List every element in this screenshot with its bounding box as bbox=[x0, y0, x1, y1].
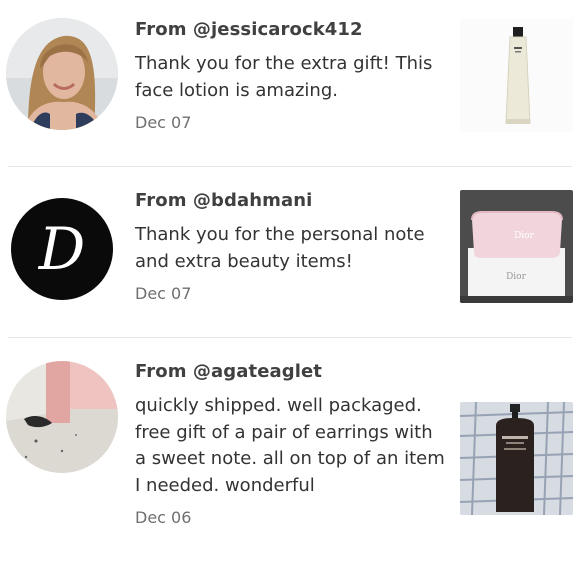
review-message: Thank you for the extra gift! This face … bbox=[135, 53, 433, 101]
user-avatar[interactable]: D bbox=[6, 193, 118, 305]
svg-text:Dior: Dior bbox=[514, 231, 535, 241]
user-avatar[interactable] bbox=[6, 361, 118, 473]
soap-bottle-icon bbox=[460, 402, 573, 515]
letter-d-avatar-icon: D bbox=[6, 193, 118, 305]
user-avatar[interactable] bbox=[6, 18, 118, 130]
product-thumbnail[interactable] bbox=[460, 402, 573, 515]
review-content: From @bdahmani Thank you for the persona… bbox=[135, 189, 445, 304]
review-date: Dec 07 bbox=[135, 284, 192, 303]
review-list: From @jessicarock412 Thank you for the e… bbox=[0, 0, 580, 580]
product-thumbnail[interactable] bbox=[460, 19, 573, 132]
review-item[interactable]: From @agateaglet quickly shipped. well p… bbox=[0, 338, 580, 580]
review-item[interactable]: From @jessicarock412 Thank you for the e… bbox=[0, 0, 580, 166]
floor-photo-avatar-icon bbox=[6, 361, 118, 473]
review-item[interactable]: D From @bdahmani Thank you for the perso… bbox=[0, 167, 580, 337]
review-date: Dec 07 bbox=[135, 113, 192, 132]
review-message: Thank you for the personal note and extr… bbox=[135, 224, 425, 272]
review-content: From @agateaglet quickly shipped. well p… bbox=[135, 360, 445, 528]
user-photo-avatar-icon bbox=[6, 18, 118, 130]
product-thumbnail[interactable]: Dior Dior bbox=[460, 190, 573, 303]
review-message: quickly shipped. well packaged. free gif… bbox=[135, 395, 445, 496]
review-content: From @jessicarock412 Thank you for the e… bbox=[135, 18, 445, 133]
review-date: Dec 06 bbox=[135, 508, 192, 527]
reviewer-handle[interactable]: From @jessicarock412 bbox=[135, 18, 445, 42]
reviewer-handle[interactable]: From @agateaglet bbox=[135, 360, 445, 384]
lotion-tube-icon bbox=[460, 19, 573, 132]
svg-text:D: D bbox=[38, 215, 86, 283]
makeup-bag-icon: Dior Dior bbox=[460, 190, 573, 303]
reviewer-handle[interactable]: From @bdahmani bbox=[135, 189, 445, 213]
svg-text:Dior: Dior bbox=[506, 272, 527, 282]
